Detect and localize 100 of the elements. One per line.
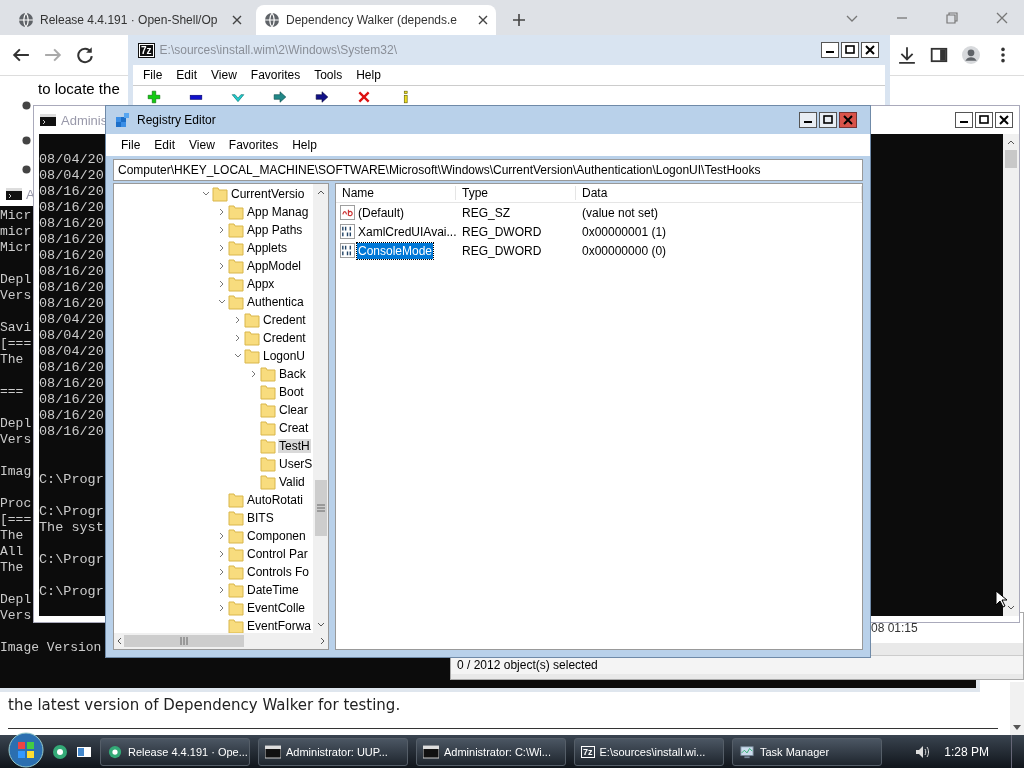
console-text: C:\Progr <box>39 472 104 487</box>
close-icon[interactable] <box>232 15 242 25</box>
value-name[interactable]: ConsoleMode <box>357 242 434 259</box>
address-field[interactable]: Computer\HKEY_LOCAL_MACHINE\SOFTWARE\Microsoft\Windows\CurrentVersion\Authentication\LogonUI\TestHooks <box>113 159 863 181</box>
tree-item[interactable]: Clear <box>278 403 309 417</box>
taskbar-button[interactable]: Administrator: UUP... <box>258 737 408 766</box>
tree-item[interactable]: App Paths <box>246 223 304 237</box>
maximize-button[interactable] <box>841 42 859 58</box>
console-text: The <box>0 560 24 575</box>
profile-icon[interactable] <box>962 46 980 64</box>
menu-item[interactable]: File <box>115 137 147 153</box>
menu-item[interactable]: Favorites <box>244 67 307 83</box>
sidebar-icon[interactable] <box>930 46 948 64</box>
new-tab-icon[interactable] <box>512 13 526 27</box>
column-header[interactable]: Type <box>456 186 576 200</box>
tree-item[interactable]: AppModel <box>246 259 303 273</box>
folder-icon <box>228 204 244 220</box>
taskbar-button[interactable]: 7z E:\sources\install.wi... <box>574 737 724 766</box>
menu-item[interactable]: Help <box>286 137 323 153</box>
close-button[interactable] <box>995 112 1013 128</box>
console-text: All <box>0 544 24 559</box>
tree-item[interactable]: EventForwa <box>246 619 313 633</box>
menu-item[interactable]: File <box>137 67 169 83</box>
minimize-button[interactable] <box>799 112 817 128</box>
console-text: Depl <box>0 272 32 287</box>
console-text: The <box>0 528 24 543</box>
start-button[interactable] <box>8 731 44 768</box>
tree-item[interactable]: Credent <box>262 331 307 345</box>
tree-item[interactable]: TestH <box>278 439 311 453</box>
menu-item[interactable]: Favorites <box>222 137 285 153</box>
menu-item[interactable]: Edit <box>170 67 204 83</box>
browser-icon <box>107 744 123 759</box>
tree-item[interactable]: AutoRotati <box>246 493 305 507</box>
back-arrow-icon[interactable] <box>12 46 30 64</box>
tree-item[interactable]: Appx <box>246 277 276 291</box>
tree-item[interactable]: CurrentVersio <box>230 187 306 201</box>
console-icon <box>6 188 22 200</box>
reload-icon[interactable] <box>76 46 94 64</box>
taskbar-button[interactable]: Administrator: C:\Wi... <box>416 737 566 766</box>
scroll-down-icon[interactable] <box>1012 722 1022 732</box>
tree-item[interactable]: DateTime <box>246 583 300 597</box>
minimize-button[interactable] <box>955 112 973 128</box>
scrollbar[interactable] <box>1010 682 1024 735</box>
close-icon[interactable] <box>478 15 488 25</box>
tree-item[interactable]: BITS <box>246 511 275 525</box>
taskbar-button[interactable]: Task Manager <box>732 737 882 766</box>
tree-item[interactable]: EventColle <box>246 601 307 615</box>
menu-item[interactable]: View <box>205 67 243 83</box>
value-name[interactable]: XamlCredUIAvai... <box>357 223 458 240</box>
tree-item[interactable]: Componen <box>246 529 307 543</box>
maximize-button[interactable] <box>819 112 837 128</box>
scroll-thumb[interactable] <box>1005 150 1017 168</box>
menu-item[interactable]: Tools <box>308 67 349 83</box>
app-logo: 7z <box>139 43 154 57</box>
value-name[interactable]: (Default) <box>357 204 405 221</box>
folder-icon <box>228 528 244 544</box>
tree-item[interactable]: Authentica <box>246 295 305 309</box>
taskbar-button[interactable]: Release 4.4.191 · Ope... <box>100 737 250 766</box>
clock[interactable]: 1:28 PM <box>944 744 989 759</box>
tree-item[interactable]: Controls Fo <box>246 565 311 579</box>
minimize-button[interactable] <box>821 42 839 58</box>
tree-item[interactable]: Boot <box>278 385 305 399</box>
console-text: micr <box>0 224 32 239</box>
browser-icon[interactable] <box>52 743 68 760</box>
tree-item[interactable]: UserS <box>278 457 314 471</box>
tree-item[interactable]: App Manag <box>246 205 310 219</box>
console-text: 08/04/20 <box>39 344 104 359</box>
tree-item[interactable]: LogonU <box>262 349 307 363</box>
console-text: The <box>0 352 24 367</box>
column-header[interactable]: Data <box>576 186 862 200</box>
menu-item[interactable]: Help <box>350 67 387 83</box>
folder-icon <box>228 276 244 292</box>
scrollbar[interactable] <box>1003 134 1019 616</box>
folder-icon <box>244 348 260 364</box>
browser-tab[interactable]: Dependency Walker (depends.e <box>256 5 496 35</box>
scrollbar[interactable] <box>114 633 328 649</box>
menu-item[interactable]: View <box>183 137 221 153</box>
tree-item[interactable]: Applets <box>246 241 289 255</box>
console-text: 08/16/20 <box>39 424 104 439</box>
tree-item[interactable]: Creat <box>278 421 310 435</box>
console-text: 08/16/20 <box>39 264 104 279</box>
tree-item[interactable]: Valid <box>278 475 306 489</box>
folder-icon <box>244 312 260 328</box>
console-icon <box>40 114 56 126</box>
folder-icon <box>212 186 228 202</box>
page-text: the latest version of Dependency Walker for testing. <box>8 696 401 714</box>
string-value-icon <box>340 205 355 220</box>
browser-tab[interactable]: Release 4.4.191 · Open-Shell/Op <box>10 5 250 35</box>
console-text: 08/16/20 <box>39 360 104 375</box>
tree-item[interactable]: Control Par <box>246 547 309 561</box>
menu-item[interactable]: Edit <box>148 137 182 153</box>
scrollbar[interactable] <box>313 184 328 633</box>
close-button[interactable] <box>861 42 879 58</box>
tree-item[interactable]: Back <box>278 367 307 381</box>
maximize-button[interactable] <box>975 112 993 128</box>
restore-icon[interactable] <box>945 11 959 25</box>
grip-icon <box>316 504 325 512</box>
download-icon[interactable] <box>898 46 916 64</box>
column-header[interactable]: Name <box>336 186 456 200</box>
tree-item[interactable]: Credent <box>262 313 307 327</box>
